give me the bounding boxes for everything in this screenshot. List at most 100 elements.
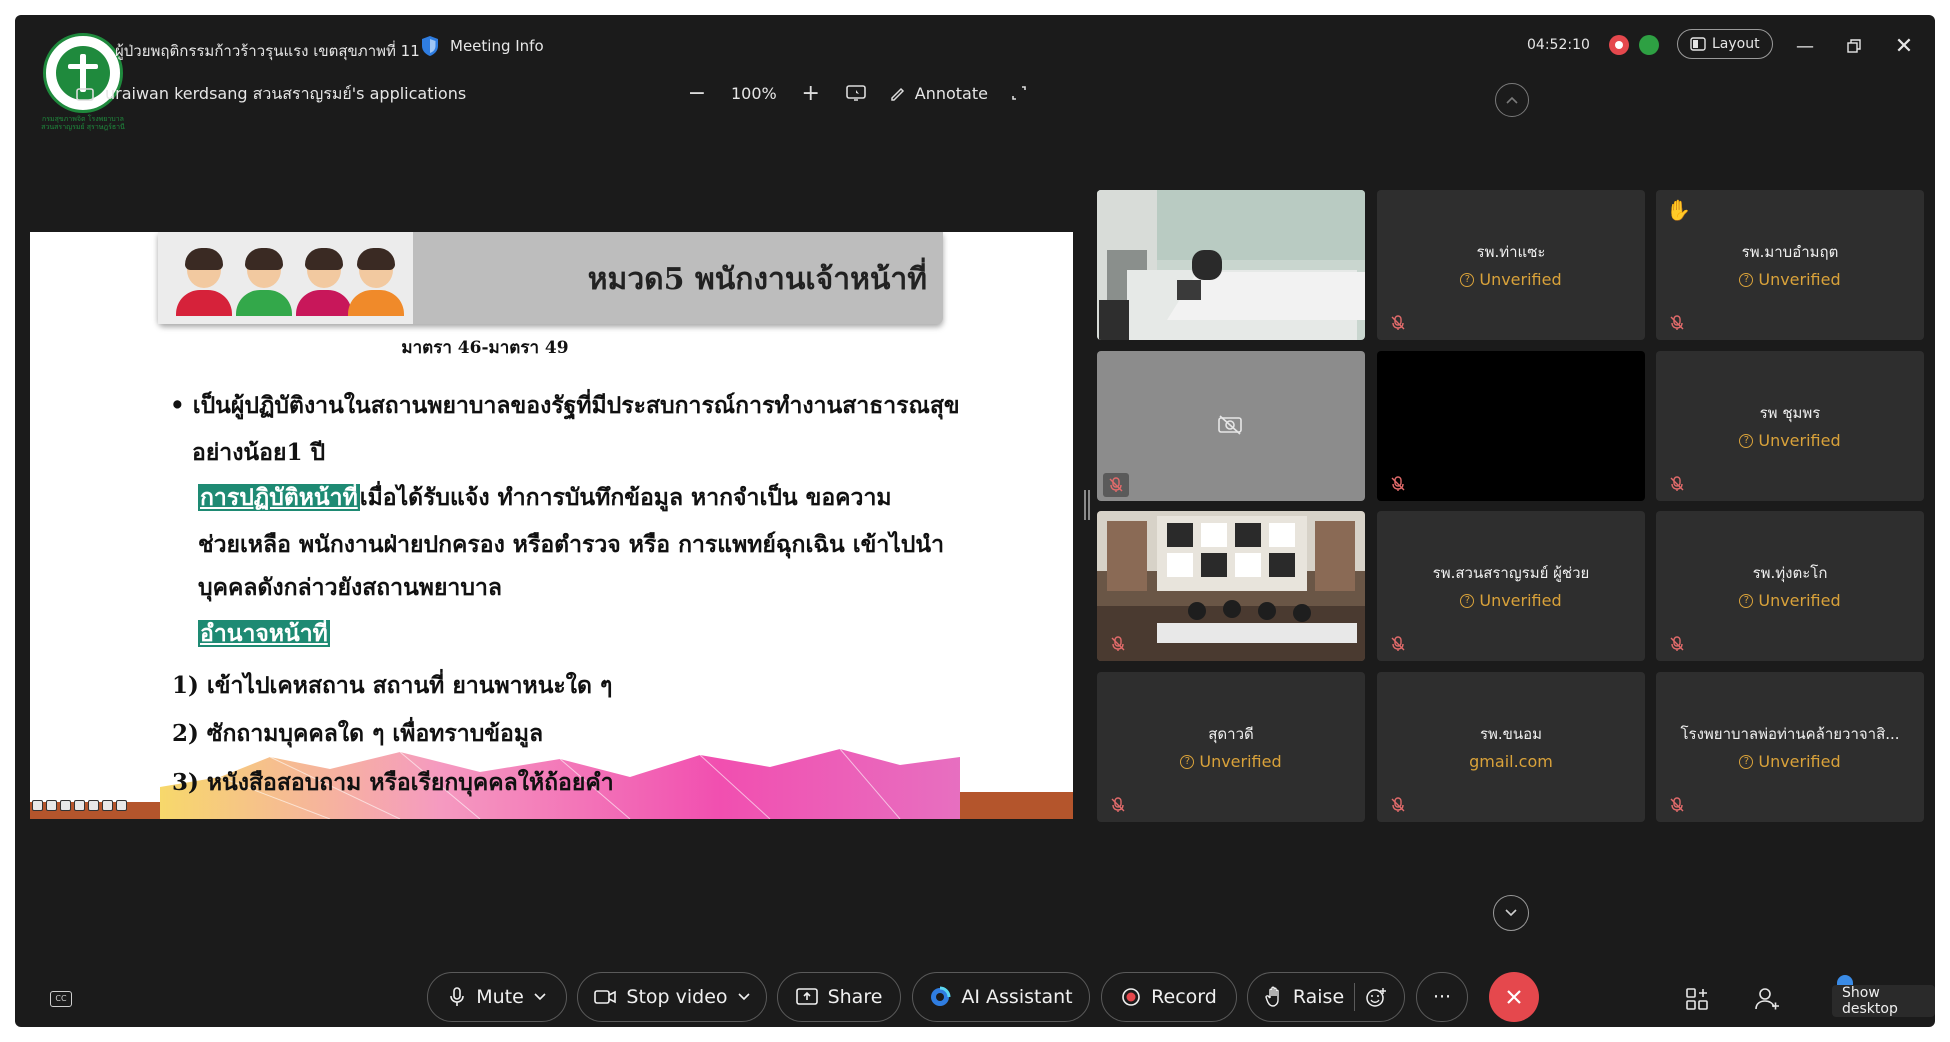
recording-indicator-icon [1609, 35, 1629, 55]
annotate-button[interactable]: Annotate [889, 84, 988, 103]
meeting-window: กรมสุขภาพจิต โรงพยาบาลสวนสราญรมย์ สุราษฎ… [15, 15, 1935, 1027]
video-tile-black[interactable] [1377, 351, 1645, 501]
participant-status: ? Unverified [1377, 270, 1645, 289]
close-icon [1507, 990, 1521, 1004]
mic-muted-icon [1391, 797, 1405, 812]
zoom-out-button[interactable]: − [685, 81, 709, 106]
video-tile-participant[interactable]: รพ ชุมพร ? Unverified [1656, 351, 1924, 501]
video-tile-participant[interactable]: รพ.ท่าแซะ ? Unverified [1377, 190, 1645, 340]
meeting-info-button[interactable]: Meeting Info [420, 33, 544, 59]
record-button[interactable]: Record [1101, 972, 1237, 1022]
slide-title: หมวด5 พนักงานเจ้าหน้าที่ [587, 262, 927, 297]
video-tile-camera-off[interactable] [1097, 351, 1365, 501]
minimize-button[interactable]: — [1792, 33, 1818, 59]
info-icon: ? [1739, 593, 1754, 608]
slide-bullet-line-2: อย่างน้อย1 ปี [192, 439, 326, 466]
video-tile-participant[interactable]: รพ.สวนสราญรมย์ ผู้ช่วย ? Unverified [1377, 511, 1645, 661]
raise-hand-button[interactable]: Raise [1247, 972, 1405, 1022]
chevron-down-icon [1505, 909, 1517, 917]
raise-label: Raise [1292, 986, 1345, 1008]
video-tile-participant[interactable]: โรงพยาบาลพ่อท่านคล้ายวาจาสิ... ? Unverifi… [1656, 672, 1924, 822]
meeting-title: ผู้ป่วยพฤติกรรมก้าวร้าวรุนแรง เขตสุขภาพท… [115, 42, 420, 60]
annotate-label: Annotate [914, 83, 988, 103]
record-label: Record [1151, 986, 1217, 1008]
shared-app-title: uraiwan kerdsang สวนสราญรมย์'s applicati… [75, 82, 466, 107]
info-icon: ? [1739, 272, 1754, 287]
reactions-icon[interactable] [1365, 986, 1387, 1008]
zoom-tool-icon[interactable] [60, 800, 71, 811]
remote-control-icon[interactable] [845, 83, 867, 103]
slide-power-line: อำนาจหน้าที่ [198, 616, 330, 652]
shared-app-label: uraiwan kerdsang สวนสราญรมย์'s applicati… [105, 84, 467, 103]
video-tile-participant[interactable]: รพ.ทุ่งตะโก ? Unverified [1656, 511, 1924, 661]
participant-name: รพ ชุมพร [1759, 404, 1821, 422]
camera-tool-icon[interactable] [88, 800, 99, 811]
more-tool-icon[interactable] [102, 800, 113, 811]
apps-icon[interactable] [1683, 985, 1711, 1013]
info-icon: ? [1460, 272, 1475, 287]
collapse-up-button[interactable] [1495, 83, 1529, 117]
room-video-feed [1097, 511, 1365, 661]
share-screen-icon [76, 87, 94, 101]
participants-icon[interactable] [1753, 985, 1781, 1013]
stop-video-button[interactable]: Stop video [577, 972, 767, 1022]
next-slide-icon[interactable] [116, 800, 127, 811]
meeting-info-label: Meeting Info [450, 37, 544, 55]
duty-text-1: เมื่อได้รับแจ้ง ทำการบันทึกข้อมูล หากจำเ… [359, 484, 892, 511]
microphone-icon [450, 987, 465, 1006]
video-tile-participant[interactable]: รพ.ขนอม gmail.com [1377, 672, 1645, 822]
participant-status: ? Unverified [1656, 752, 1924, 771]
chevron-down-icon[interactable] [737, 993, 750, 1001]
mic-muted-icon [1391, 476, 1405, 491]
slide-presenter-tools[interactable] [32, 800, 127, 811]
mic-muted-icon [1109, 477, 1123, 492]
subtitle-tool-icon[interactable] [74, 800, 85, 811]
info-icon: ? [1739, 754, 1754, 769]
participant-name: รพ.ขนอม [1479, 725, 1543, 743]
close-button[interactable]: ✕ [1891, 33, 1917, 59]
network-status-icon [1639, 35, 1659, 55]
meeting-timer: 04:52:10 [1527, 37, 1590, 53]
info-icon: ? [1180, 754, 1195, 769]
mic-muted-icon [1670, 636, 1684, 651]
info-icon: ? [1460, 593, 1475, 608]
shield-icon [422, 36, 438, 56]
duty-label: การปฏิบัติหน้าที่ [198, 484, 360, 511]
slide-header: หมวด5 พนักงานเจ้าหน้าที่ [158, 232, 943, 324]
slide-duty-line-1: การปฏิบัติหน้าที่เมื่อได้รับแจ้ง ทำการบั… [198, 480, 892, 516]
share-button[interactable]: Share [777, 972, 901, 1022]
end-call-button[interactable] [1489, 972, 1539, 1022]
more-button[interactable]: ··· [1416, 972, 1468, 1022]
video-tile-room[interactable] [1097, 511, 1365, 661]
panel-resize-handle[interactable] [1084, 490, 1090, 520]
video-camera-icon [594, 990, 617, 1004]
video-tile-participant[interactable]: ✋ รพ.มาบอำมฤต ? Unverified [1656, 190, 1924, 340]
mic-muted-icon [1670, 315, 1684, 330]
pen-tool-icon[interactable] [46, 800, 57, 811]
video-tile-participant[interactable]: สุดาวดี ? Unverified [1097, 672, 1365, 822]
participant-name: สุดาวดี [1208, 725, 1254, 743]
participant-status: ? Unverified [1656, 591, 1924, 610]
fullscreen-icon[interactable] [1010, 84, 1028, 102]
collapse-down-button[interactable] [1493, 895, 1529, 931]
participant-status: ? Unverified [1097, 752, 1365, 771]
mic-muted-icon [1111, 636, 1125, 651]
mic-muted-icon [1670, 797, 1684, 812]
ai-assistant-button[interactable]: AI Assistant [912, 972, 1090, 1022]
captions-icon[interactable]: CC [50, 991, 72, 1007]
zoom-in-button[interactable]: + [799, 81, 823, 106]
layout-label: Layout [1712, 36, 1760, 52]
chevron-down-icon[interactable] [534, 993, 546, 1001]
ai-assistant-label: AI Assistant [961, 986, 1073, 1008]
prev-slide-icon[interactable] [32, 800, 43, 811]
participant-name: โรงพยาบาลพ่อท่านคล้ายวาจาสิ... [1680, 725, 1900, 743]
restore-button[interactable] [1841, 33, 1867, 59]
zoom-level: 100% [731, 83, 777, 103]
participant-name: รพ.ทุ่งตะโก [1752, 564, 1828, 582]
layout-button[interactable]: Layout [1677, 29, 1773, 59]
mic-muted-icon [1111, 797, 1125, 812]
mute-button[interactable]: Mute [427, 972, 567, 1022]
participant-name: รพ.มาบอำมฤต [1741, 243, 1839, 261]
video-tile-office[interactable] [1097, 190, 1365, 340]
logo-text: กรมสุขภาพจิต โรงพยาบาลสวนสราญรมย์ สุราษฎ… [41, 115, 125, 131]
